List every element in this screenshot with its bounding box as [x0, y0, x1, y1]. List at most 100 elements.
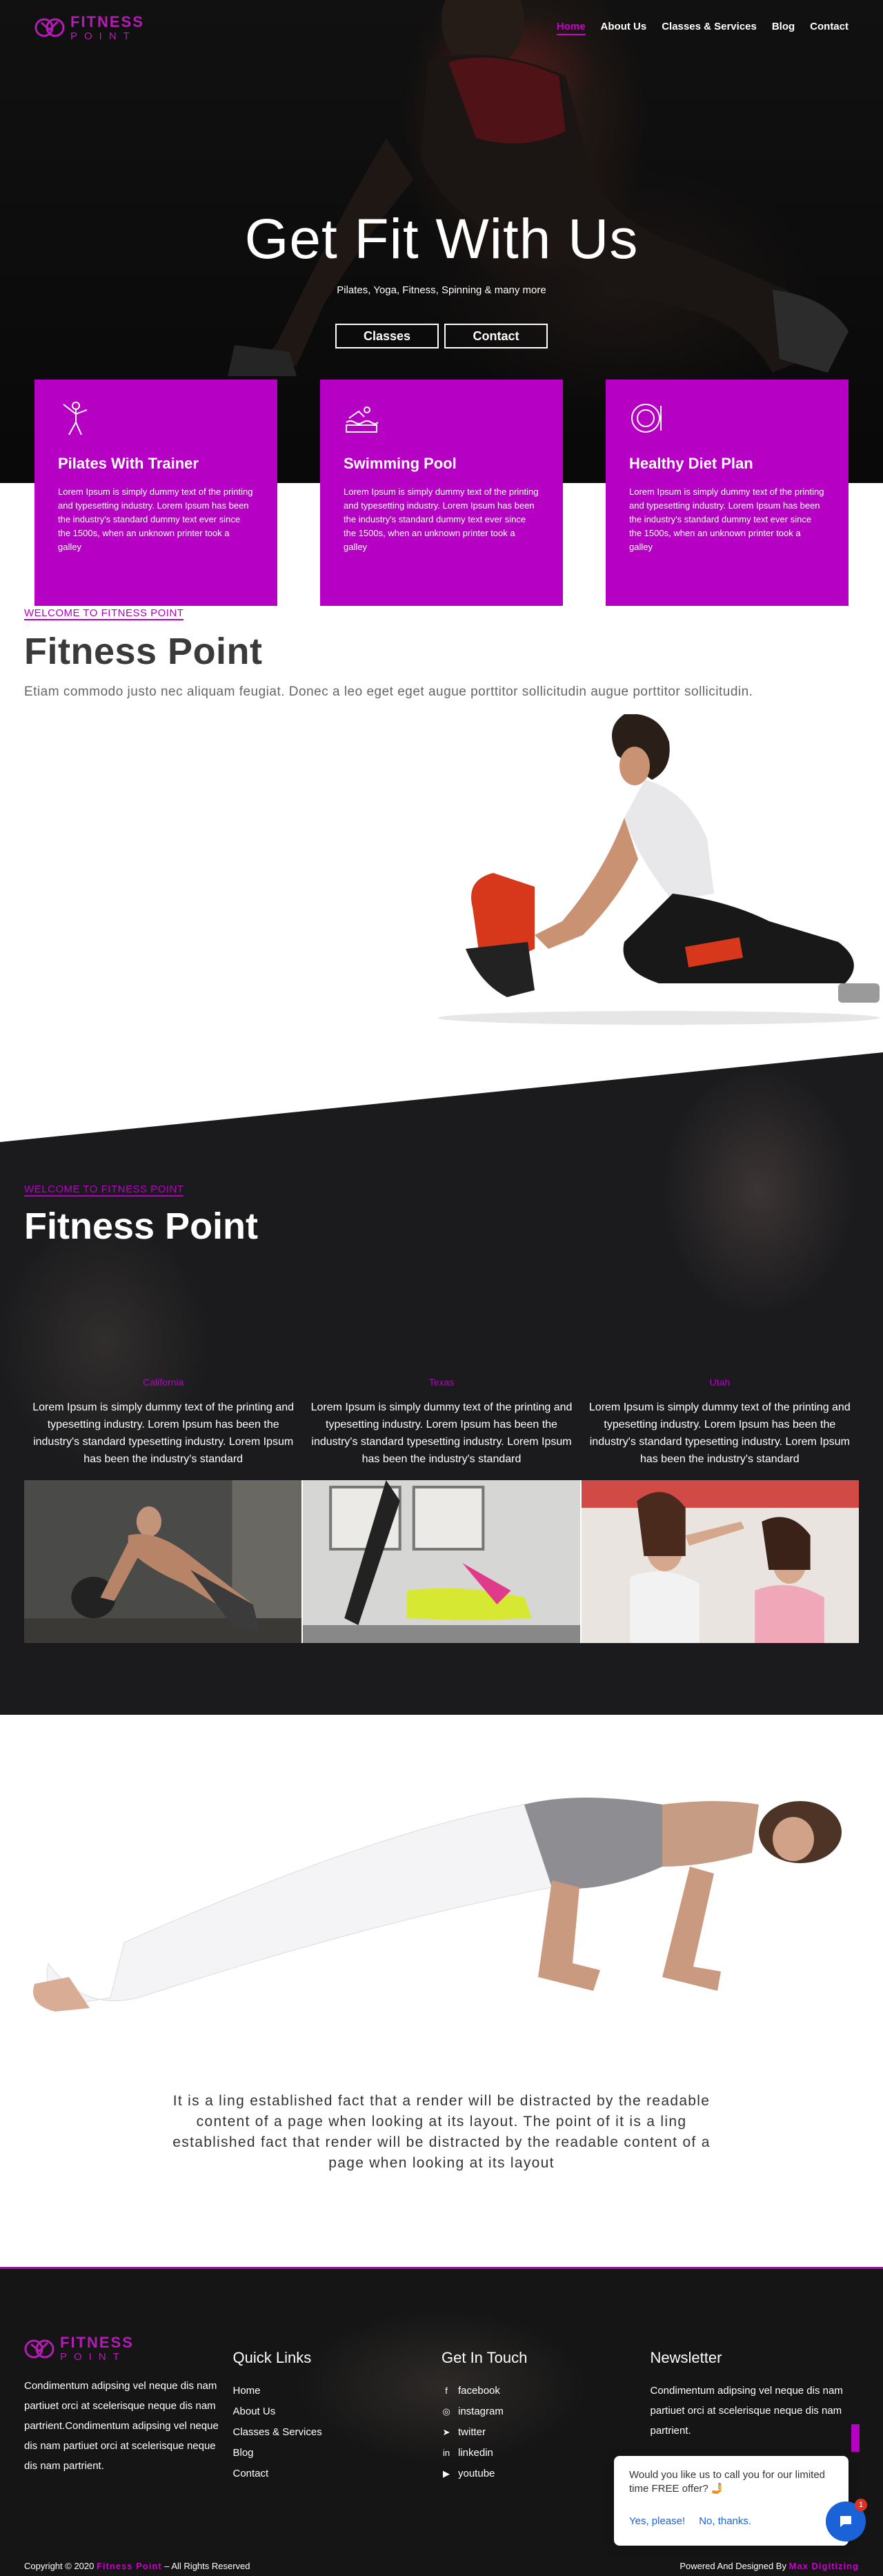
- photo-gallery: [24, 1480, 859, 1643]
- location-name: Texas: [428, 1377, 455, 1388]
- locations-kicker: WELCOME TO FITNESS POINT: [24, 1183, 184, 1197]
- chat-yes-button[interactable]: Yes, please!: [629, 2515, 685, 2527]
- social-label: facebook: [458, 2385, 500, 2397]
- main-navigation: FITNESS POINT Home About Us Classes & Se…: [0, 0, 883, 55]
- facebook-icon: f: [445, 2386, 448, 2396]
- chat-bubble-icon: [840, 2516, 851, 2527]
- copyright-prefix: Copyright © 2020: [24, 2560, 95, 2571]
- twitter-icon: ➤: [442, 2427, 450, 2437]
- gallery-photo-pushup[interactable]: [24, 1480, 303, 1643]
- brand-name-line1: FITNESS: [70, 12, 144, 30]
- offer-tab[interactable]: [851, 2424, 860, 2452]
- chat-notification-badge: 1: [855, 2499, 867, 2511]
- feature-title: Healthy Diet Plan: [629, 455, 753, 472]
- social-label: linkedin: [458, 2447, 493, 2459]
- feature-card-swimming[interactable]: Swimming Pool Lorem Ipsum is simply dumm…: [320, 380, 563, 606]
- feature-title: Swimming Pool: [344, 455, 457, 472]
- welcome-title: Fitness Point: [24, 631, 263, 672]
- hero-content: Get Fit With Us Pilates, Yoga, Fitness, …: [0, 207, 883, 348]
- location-text: Lorem Ipsum is simply dummy text of the …: [310, 1402, 573, 1465]
- trx-training-image: [303, 1480, 580, 1643]
- footer-link-contact[interactable]: Contact: [233, 2464, 442, 2484]
- location-text: Lorem Ipsum is simply dummy text of the …: [588, 1402, 851, 1465]
- footer-link-blog[interactable]: Blog: [233, 2443, 442, 2464]
- location-item: California Lorem Ipsum is simply dummy t…: [24, 1377, 302, 1468]
- copyright: Copyright © 2020 Fitness Point – All Rig…: [24, 2561, 250, 2571]
- feature-text: Lorem Ipsum is simply dummy text of the …: [58, 486, 253, 552]
- hero-title: Get Fit With Us: [244, 208, 639, 271]
- feature-title: Pilates With Trainer: [58, 455, 199, 472]
- site-footer: FITNESS POINT Condimentum adipsing vel n…: [0, 2267, 883, 2576]
- footer-bottom-bar: Copyright © 2020 Fitness Point – All Rig…: [24, 2555, 859, 2576]
- pushup-man-image: [24, 1480, 301, 1643]
- welcome-lead: Etiam commodo justo nec aliquam feugiat.…: [24, 685, 753, 699]
- powered-prefix: Powered And Designed By: [679, 2560, 786, 2571]
- footer-brand-logo[interactable]: FITNESS POINT: [24, 2335, 233, 2362]
- powered-brand-link[interactable]: Max Digitizing: [789, 2561, 859, 2571]
- instagram-icon: ◎: [442, 2406, 450, 2417]
- features-section: Pilates With Trainer Lorem Ipsum is simp…: [0, 380, 883, 607]
- nav-link-classes[interactable]: Classes & Services: [662, 21, 757, 35]
- location-name: California: [143, 1377, 184, 1388]
- locations-title: Fitness Point: [24, 1206, 259, 1247]
- brand-logo[interactable]: FITNESS POINT: [34, 14, 144, 41]
- nav-link-home[interactable]: Home: [556, 21, 586, 35]
- plank-woman-image: [33, 1798, 842, 2012]
- feature-text: Lorem Ipsum is simply dummy text of the …: [344, 486, 539, 552]
- copyright-brand-link[interactable]: Fitness Point: [97, 2561, 162, 2571]
- linkedin-icon: in: [442, 2448, 450, 2458]
- footer-link-home[interactable]: Home: [233, 2381, 442, 2401]
- social-label: twitter: [458, 2426, 486, 2438]
- footer-about-column: FITNESS POINT Condimentum adipsing vel n…: [24, 2335, 233, 2484]
- swimming-icon: [346, 406, 379, 433]
- aerobics-class-image: [582, 1480, 859, 1643]
- brand-name-line2: POINT: [70, 30, 137, 42]
- fitness-logo-icon: [24, 2339, 54, 2358]
- newsletter-title: Newsletter: [650, 2349, 722, 2366]
- social-link-facebook[interactable]: f facebook: [442, 2381, 651, 2401]
- gallery-photo-aerobics[interactable]: [582, 1480, 859, 1643]
- chat-popup: Would you like us to call you for our li…: [614, 2456, 849, 2546]
- footer-link-about[interactable]: About Us: [233, 2401, 442, 2422]
- nav-link-contact[interactable]: Contact: [810, 21, 849, 35]
- location-text: Lorem Ipsum is simply dummy text of the …: [32, 1402, 295, 1465]
- motivation-quote: It is a ling established fact that a ren…: [172, 2093, 711, 2171]
- get-in-touch-title: Get In Touch: [442, 2349, 528, 2366]
- social-link-twitter[interactable]: ➤ twitter: [442, 2422, 651, 2443]
- locations-section: WELCOME TO FITNESS POINT Fitness Point C…: [0, 1052, 883, 1715]
- feature-card-diet[interactable]: Healthy Diet Plan Lorem Ipsum is simply …: [606, 380, 849, 606]
- welcome-kicker: WELCOME TO FITNESS POINT: [24, 607, 184, 620]
- nav-link-about[interactable]: About Us: [601, 21, 647, 35]
- footer-about-text: Condimentum adipsing vel neque dis nam p…: [24, 2380, 219, 2472]
- motivation-section: It is a ling established fact that a ren…: [0, 1715, 883, 2267]
- classes-button[interactable]: Classes: [335, 324, 439, 348]
- welcome-section: WELCOME TO FITNESS POINT Fitness Point E…: [0, 607, 883, 1059]
- youtube-icon: ▶: [443, 2468, 450, 2479]
- quick-links-title: Quick Links: [232, 2349, 312, 2366]
- footer-link-classes[interactable]: Classes & Services: [233, 2422, 442, 2443]
- stretching-woman-image: [438, 714, 880, 1025]
- contact-button[interactable]: Contact: [444, 324, 548, 348]
- diet-plate-icon: [631, 404, 662, 433]
- social-label: instagram: [458, 2406, 504, 2417]
- footer-quick-links-column: Quick Links Home About Us Classes & Serv…: [233, 2335, 442, 2484]
- gallery-photo-trx[interactable]: [303, 1480, 582, 1643]
- location-name: Utah: [709, 1377, 731, 1388]
- brand-name-line2: POINT: [60, 2351, 126, 2363]
- social-link-instagram[interactable]: ◎ instagram: [442, 2401, 651, 2422]
- newsletter-text: Condimentum adipsing vel neque dis nam p…: [650, 2385, 843, 2437]
- feature-card-pilates[interactable]: Pilates With Trainer Lorem Ipsum is simp…: [34, 380, 277, 606]
- nav-link-blog[interactable]: Blog: [772, 21, 795, 35]
- location-item: Texas Lorem Ipsum is simply dummy text o…: [302, 1377, 580, 1468]
- hero-buttons: Classes Contact: [0, 324, 883, 348]
- chat-question: Would you like us to call you for our li…: [629, 2469, 826, 2495]
- social-label: youtube: [458, 2468, 495, 2479]
- chat-no-button[interactable]: No, thanks.: [699, 2515, 751, 2527]
- copyright-suffix: – All Rights Reserved: [164, 2560, 250, 2571]
- locations-list: California Lorem Ipsum is simply dummy t…: [24, 1377, 859, 1468]
- feature-text: Lorem Ipsum is simply dummy text of the …: [629, 486, 824, 552]
- fitness-logo-icon: [34, 18, 65, 37]
- trainer-icon: [63, 402, 88, 435]
- chat-launcher-button[interactable]: 1: [826, 2499, 867, 2541]
- powered-by: Powered And Designed By Max Digitizing: [679, 2561, 859, 2571]
